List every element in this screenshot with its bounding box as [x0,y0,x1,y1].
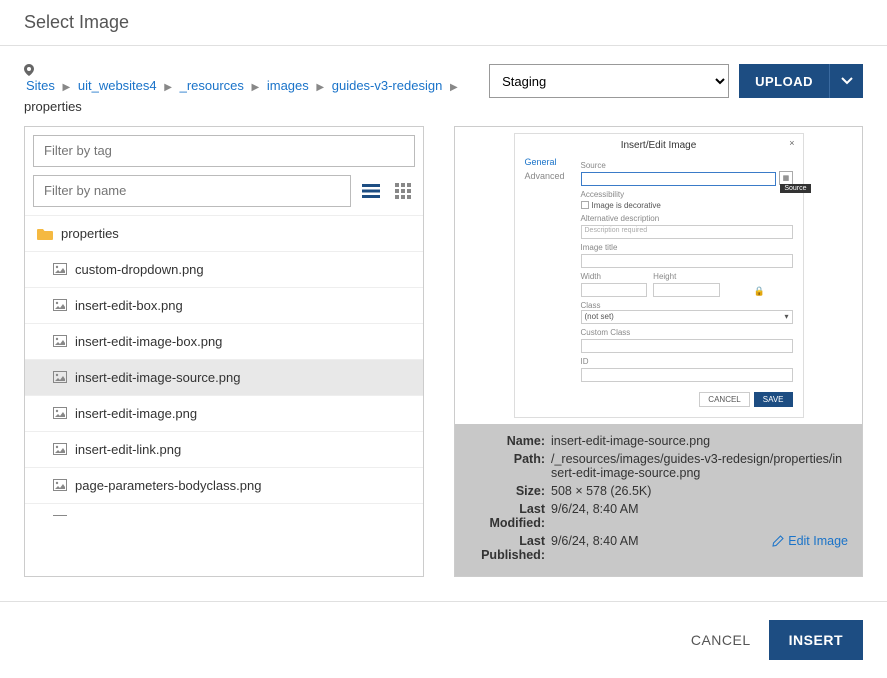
image-file-icon [53,443,67,455]
filter-tag-input[interactable] [33,135,415,167]
meta-size-label: Size: [469,484,551,498]
dialog-title: Select Image [24,12,863,33]
list-view-button[interactable] [359,179,383,203]
edit-image-link[interactable]: Edit Image [772,534,848,548]
insert-button[interactable]: INSERT [769,620,863,660]
toolbar: Sites ▶ uit_websites4 ▶ _resources ▶ ima… [0,46,887,126]
file-name: custom-dropdown.png [75,262,204,277]
source-browse-icon: ▦ [779,171,792,185]
file-row[interactable]: insert-edit-link.png [25,432,423,468]
metadata-section: Name: insert-edit-image-source.png Path:… [455,424,862,576]
caret-down-icon [841,77,853,85]
upload-dropdown-button[interactable] [829,64,863,98]
dialog-header: Select Image [0,0,887,46]
breadcrumb-link[interactable]: guides-v3-redesign [332,78,443,93]
preview-image: Insert/Edit Image × General Advanced Sou… [514,133,804,418]
file-name: insert-edit-link.png [75,442,181,457]
dialog-footer: CANCEL INSERT [0,601,887,678]
preview-panel: Insert/Edit Image × General Advanced Sou… [454,126,863,577]
file-browser-panel: properties custom-dropdown.png insert-edi… [24,126,424,577]
pencil-icon [772,535,784,547]
file-name: insert-edit-image.png [75,406,197,421]
chevron-right-icon: ▶ [316,82,324,93]
cancel-button[interactable]: CANCEL [691,632,751,648]
breadcrumb-link[interactable]: images [267,78,309,93]
meta-modified-label: Last Modified: [469,502,551,530]
image-file-icon [53,515,67,516]
meta-modified-value: 9/6/24, 8:40 AM [551,502,848,516]
right-controls: Staging UPLOAD [489,64,863,98]
file-row[interactable]: insert-edit-image-source.png [25,360,423,396]
meta-path-label: Path: [469,452,551,466]
close-icon: × [789,138,794,148]
meta-name-value: insert-edit-image-source.png [551,434,848,448]
chevron-right-icon: ▶ [63,82,71,93]
file-row[interactable]: insert-edit-image.png [25,396,423,432]
meta-size-value: 508 × 578 (26.5K) [551,484,848,498]
image-file-icon [53,371,67,383]
chevron-right-icon: ▶ [164,82,172,93]
image-file-icon [53,335,67,347]
chevron-right-icon: ▶ [252,82,260,93]
file-row[interactable]: quicklinksmenu-tableproperties.png [25,504,423,516]
file-name: page-parameters-bodyclass.png [75,478,261,493]
preview-area: Insert/Edit Image × General Advanced Sou… [455,127,862,424]
file-row[interactable]: custom-dropdown.png [25,252,423,288]
list-view-icon [362,184,380,198]
file-row[interactable]: insert-edit-image-box.png [25,324,423,360]
folder-name: properties [61,226,119,241]
file-name: insert-edit-box.png [75,298,183,313]
breadcrumb: Sites ▶ uit_websites4 ▶ _resources ▶ ima… [24,64,462,118]
file-name: insert-edit-image-box.png [75,334,222,349]
meta-published-label: Last Published: [469,534,551,562]
select-image-dialog: Select Image Sites ▶ uit_websites4 ▶ _re… [0,0,887,678]
location-pin-icon [24,64,462,76]
meta-name-label: Name: [469,434,551,448]
chevron-right-icon: ▶ [450,82,458,93]
meta-path-value: /_resources/images/guides-v3-redesign/pr… [551,452,848,480]
file-row[interactable]: page-parameters-bodyclass.png [25,468,423,504]
folder-row[interactable]: properties [25,216,423,252]
folder-icon [37,227,53,240]
file-name: insert-edit-image-source.png [75,370,240,385]
image-file-icon [53,479,67,491]
image-file-icon [53,263,67,275]
meta-published-value: 9/6/24, 8:40 AM [551,534,639,548]
image-file-icon [53,299,67,311]
file-list[interactable]: properties custom-dropdown.png insert-edi… [25,216,423,516]
breadcrumb-current: properties [24,99,82,114]
breadcrumb-link[interactable]: _resources [180,78,244,93]
environment-select[interactable]: Staging [489,64,729,98]
file-row[interactable]: insert-edit-box.png [25,288,423,324]
content-area: properties custom-dropdown.png insert-edi… [0,126,887,601]
breadcrumb-link[interactable]: Sites [26,78,55,93]
upload-button-group: UPLOAD [739,64,863,98]
lock-icon: 🔒 [726,286,793,297]
upload-button[interactable]: UPLOAD [739,64,829,98]
file-name: quicklinksmenu-tableproperties.png [75,514,280,516]
image-file-icon [53,407,67,419]
filter-section [25,127,423,216]
filter-name-input[interactable] [33,175,351,207]
grid-view-icon [395,183,411,199]
breadcrumb-link[interactable]: uit_websites4 [78,78,157,93]
grid-view-button[interactable] [391,179,415,203]
